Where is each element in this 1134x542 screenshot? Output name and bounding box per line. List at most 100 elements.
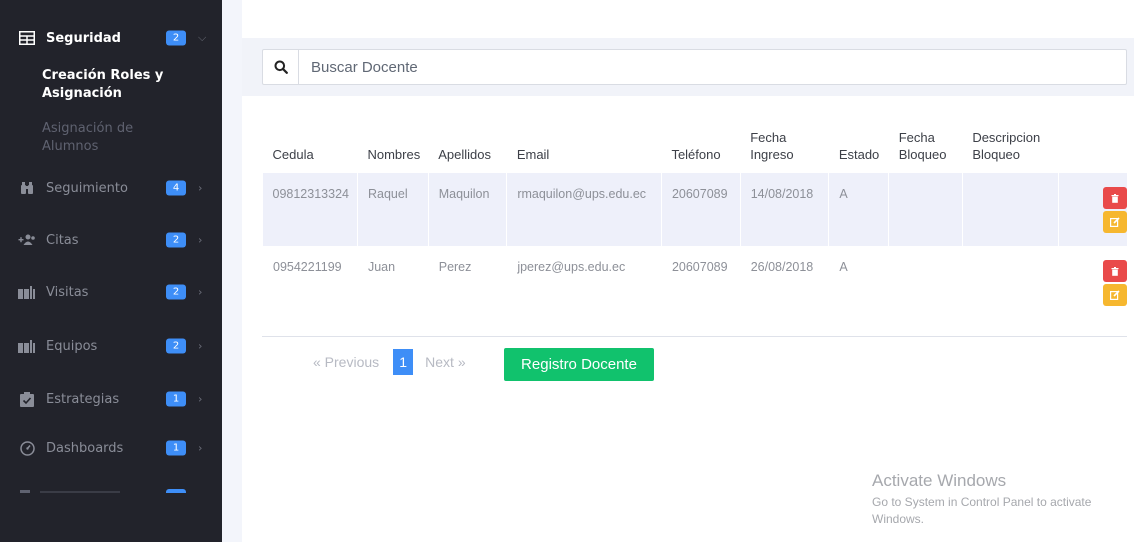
pagination-next[interactable]: Next »	[425, 354, 465, 370]
sidebar: Seguridad 2 ⌵ Creación Roles y Asignació…	[0, 0, 222, 542]
cell-descripcion-bloqueo	[961, 173, 1059, 246]
cell-descripcion-bloqueo	[962, 246, 1059, 319]
chevron-right-icon: ›	[198, 285, 203, 299]
column-header-nombres: Nombres	[367, 147, 421, 162]
sidebar-group-estrategias[interactable]: Estrategias 1 ›	[0, 379, 222, 419]
table-icon	[18, 30, 36, 46]
sidebar-item-label: Creación Roles y	[42, 68, 164, 83]
column-header-descripcion-bloqueo: Descripcion Bloqueo	[972, 130, 1041, 162]
delete-button[interactable]	[1103, 260, 1127, 282]
cell-apellidos: Perez	[428, 246, 507, 319]
search-icon[interactable]	[263, 50, 299, 84]
sidebar-group-label: Equipos	[46, 338, 98, 354]
pagination-previous[interactable]: « Previous	[313, 354, 379, 370]
search-input[interactable]	[299, 51, 1126, 83]
chevron-right-icon: ›	[198, 441, 203, 455]
sidebar-group-clipped-label	[40, 491, 120, 493]
cell-fecha-ingreso: 26/08/2018	[740, 246, 829, 319]
sidebar-group-label: Estrategias	[46, 391, 120, 407]
clipboard-check-icon	[18, 391, 36, 407]
sidebar-group-visitas[interactable]: Visitas 2 ›	[0, 272, 222, 312]
trash-icon	[1111, 266, 1119, 276]
count-badge: 2	[166, 30, 186, 46]
column-header-telefono: Teléfono	[671, 147, 721, 162]
column-header-cedula: Cedula	[272, 147, 314, 162]
cell-telefono: 20607089	[660, 173, 741, 246]
sidebar-group-label: Seguimiento	[46, 180, 128, 196]
watermark-subtitle: Go to System in Control Panel to activat…	[872, 495, 1092, 526]
count-badge: 4	[166, 180, 186, 196]
pagination-page-current[interactable]: 1	[393, 349, 414, 375]
pagination: « Previous 1 Next »	[313, 346, 466, 378]
sidebar-item-label: Asignación de	[42, 121, 134, 136]
cell-fecha-bloqueo	[888, 246, 963, 319]
cell-estado: A	[828, 173, 889, 246]
sidebar-group-seguridad[interactable]: Seguridad 2 ⌵	[0, 18, 222, 58]
table-row: 09812313324 Raquel Maquilon rmaquilon@up…	[262, 173, 1127, 246]
edit-button[interactable]	[1103, 211, 1127, 233]
binoculars-icon	[18, 180, 36, 196]
dashboard-gauge-icon	[18, 440, 36, 456]
cell-apellidos: Maquilon	[427, 173, 507, 246]
chevron-right-icon: ›	[198, 392, 203, 406]
cell-fecha-ingreso: 14/08/2018	[739, 173, 829, 246]
sidebar-group-dashboards[interactable]: Dashboards 1 ›	[0, 428, 222, 468]
search-box	[262, 49, 1127, 85]
table-header-row: Cedula Nombres Apellidos Email Teléfono …	[263, 120, 1128, 173]
column-header-actions	[1059, 120, 1127, 173]
activate-windows-watermark: Activate Windows Go to System in Control…	[872, 471, 1127, 528]
sidebar-item-label: Asignación	[42, 86, 122, 101]
count-badge: 1	[166, 440, 186, 456]
cell-email: rmaquilon@ups.edu.ec	[506, 173, 662, 246]
docentes-table: Cedula Nombres Apellidos Email Teléfono …	[262, 120, 1127, 319]
add-users-icon	[18, 232, 36, 248]
sidebar-group-equipos[interactable]: Equipos 2 ›	[0, 326, 222, 366]
sidebar-item-asignacion-alumnos[interactable]: Asignación de Alumnos	[0, 120, 222, 156]
cell-cedula: 09812313324	[262, 173, 358, 246]
table-row: 0954221199 Juan Perez jperez@ups.edu.ec …	[262, 246, 1127, 319]
chevron-right-icon: ›	[198, 339, 203, 353]
cell-actions	[1058, 173, 1127, 246]
column-header-email: Email	[516, 147, 550, 162]
content-gutter	[222, 0, 242, 542]
chevron-down-icon: ⌵	[198, 31, 207, 44]
sidebar-group-label: Seguridad	[46, 30, 121, 46]
cell-nombres: Raquel	[356, 173, 429, 246]
count-badge: 2	[166, 284, 186, 300]
cell-actions	[1058, 246, 1127, 319]
edit-icon	[1110, 290, 1120, 300]
column-header-apellidos: Apellidos	[438, 147, 491, 162]
sidebar-item-creacion-roles[interactable]: Creación Roles y Asignación	[0, 67, 222, 103]
map-icon	[18, 338, 36, 354]
cell-nombres: Juan	[357, 246, 429, 319]
sidebar-group-label: Citas	[46, 232, 79, 248]
chevron-right-icon: ›	[198, 181, 203, 195]
sidebar-group-label: Dashboards	[46, 440, 124, 456]
count-badge: 1	[166, 391, 186, 407]
edit-button[interactable]	[1103, 284, 1127, 306]
cell-estado: A	[828, 246, 889, 319]
sidebar-group-seguimiento[interactable]: Seguimiento 4 ›	[0, 168, 222, 208]
sidebar-group-label: Visitas	[46, 284, 89, 300]
cell-fecha-bloqueo	[888, 173, 963, 246]
registro-docente-button[interactable]: Registro Docente	[504, 348, 654, 381]
map-icon	[18, 284, 36, 300]
sidebar-group-citas[interactable]: Citas 2 ›	[0, 220, 222, 260]
table-divider	[262, 336, 1127, 337]
chevron-right-icon: ›	[198, 233, 203, 247]
column-header-fecha-bloqueo: Fecha Bloqueo	[898, 130, 947, 162]
watermark-title: Activate Windows	[872, 471, 1007, 490]
cell-email: jperez@ups.edu.ec	[506, 246, 662, 319]
trash-icon	[1111, 193, 1119, 203]
count-badge: 2	[166, 232, 186, 248]
delete-button[interactable]	[1103, 187, 1127, 209]
column-header-estado: Estado	[838, 147, 880, 162]
column-header-fecha-ingreso: Fecha Ingreso	[750, 130, 794, 162]
cell-telefono: 20607089	[661, 246, 741, 319]
count-badge: 2	[166, 338, 186, 354]
cell-cedula: 0954221199	[262, 246, 358, 319]
sidebar-item-label: Alumnos	[42, 139, 99, 154]
edit-icon	[1110, 217, 1120, 227]
count-badge-clipped	[166, 489, 186, 493]
sidebar-group-clipped	[20, 490, 30, 493]
